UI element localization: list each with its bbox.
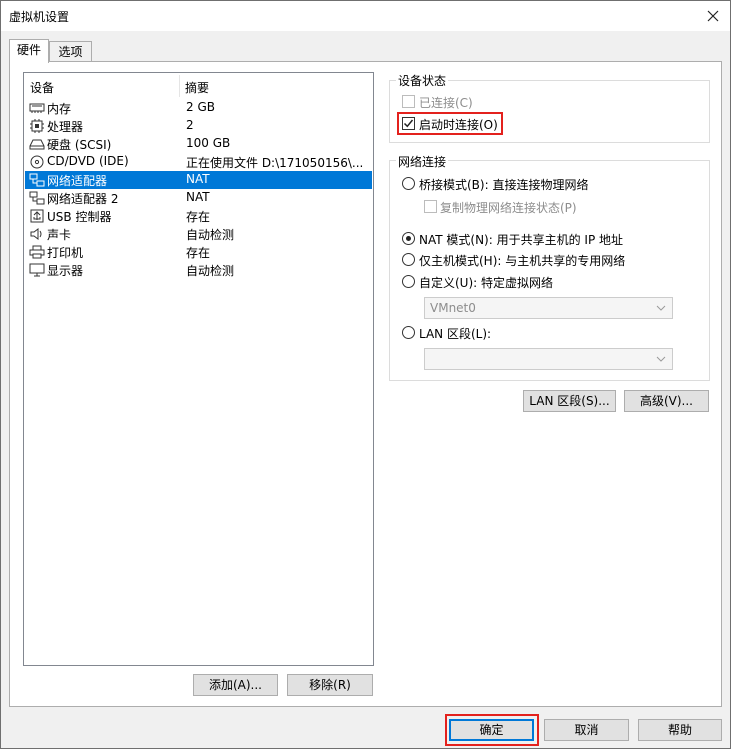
device-row-hard-disk[interactable]: 硬盘 (SCSI) 100 GB: [25, 135, 372, 153]
device-summary: NAT: [186, 172, 210, 186]
device-summary: 100 GB: [186, 136, 231, 150]
network-adapter-icon: [29, 173, 45, 187]
device-summary: 正在使用文件 D:\171050156\...: [186, 156, 364, 170]
custom-network-value: VMnet0: [430, 301, 476, 315]
device-name: 打印机: [47, 246, 84, 260]
lan-segment-select[interactable]: [424, 348, 673, 370]
host-only-label: 仅主机模式(H): 与主机共享的专用网络: [419, 254, 626, 268]
device-name: 内存: [47, 102, 72, 116]
add-device-button[interactable]: 添加(A)...: [193, 674, 278, 696]
tab-hardware[interactable]: 硬件: [9, 39, 49, 63]
printer-icon: [29, 245, 45, 259]
close-icon[interactable]: [702, 5, 724, 27]
tab-options-label: 选项: [58, 45, 83, 59]
device-summary: NAT: [186, 190, 210, 204]
device-summary: 2: [186, 118, 194, 132]
connected-label: 已连接(C): [419, 96, 473, 110]
replicate-state-label: 复制物理网络连接状态(P): [440, 201, 577, 215]
lan-segment-label: LAN 区段(L):: [419, 327, 492, 341]
display-icon: [29, 263, 45, 277]
memory-icon: [29, 101, 45, 115]
column-divider[interactable]: [179, 75, 180, 97]
device-row-printer[interactable]: 打印机 存在: [25, 243, 372, 261]
vm-settings-dialog: 虚拟机设置 硬件 选项 设备 摘要 内存 2 GB 处理器 2 硬盘 (SCSI…: [0, 0, 731, 749]
nat-radio[interactable]: [402, 232, 415, 245]
device-row-display[interactable]: 显示器 自动检测: [25, 261, 372, 279]
device-name: 显示器: [47, 264, 84, 278]
lan-segment-radio[interactable]: [402, 326, 415, 339]
connected-checkbox[interactable]: [402, 95, 415, 108]
network-connection-title: 网络连接: [396, 153, 449, 170]
hard-disk-icon: [29, 137, 45, 151]
bridged-radio[interactable]: [402, 177, 415, 190]
device-row-network-adapter-2[interactable]: 网络适配器 2 NAT: [25, 189, 372, 207]
tab-hardware-label: 硬件: [16, 43, 41, 57]
device-row-usb-controller[interactable]: USB 控制器 存在: [25, 207, 372, 225]
nat-label: NAT 模式(N): 用于共享主机的 IP 地址: [419, 233, 624, 247]
lan-segments-button[interactable]: LAN 区段(S)...: [523, 390, 616, 412]
column-header-summary[interactable]: 摘要: [185, 79, 209, 96]
device-summary: 自动检测: [186, 264, 235, 278]
network-adapter-icon: [29, 191, 45, 205]
advanced-button[interactable]: 高级(V)...: [624, 390, 709, 412]
tab-options[interactable]: 选项: [49, 41, 92, 63]
device-name: 网络适配器 2: [47, 192, 119, 206]
device-summary: 存在: [186, 246, 211, 260]
cd-dvd-icon: [29, 155, 45, 169]
bridged-label: 桥接模式(B): 直接连接物理网络: [419, 178, 589, 192]
device-row-sound-card[interactable]: 声卡 自动检测: [25, 225, 372, 243]
device-list[interactable]: 设备 摘要 内存 2 GB 处理器 2 硬盘 (SCSI) 100 GB CD/…: [23, 72, 374, 666]
list-header: 设备 摘要: [24, 73, 373, 99]
device-row-network-adapter[interactable]: 网络适配器 NAT: [25, 171, 372, 189]
help-button[interactable]: 帮助: [638, 719, 722, 741]
device-name: CD/DVD (IDE): [47, 154, 129, 168]
custom-label: 自定义(U): 特定虚拟网络: [419, 276, 554, 290]
chevron-down-icon: [656, 356, 666, 362]
device-name: 声卡: [47, 228, 72, 242]
replicate-state-checkbox[interactable]: [424, 200, 437, 213]
device-row-cd-dvd[interactable]: CD/DVD (IDE) 正在使用文件 D:\171050156\...: [25, 153, 372, 171]
highlight-box-ok: [445, 714, 539, 746]
sound-card-icon: [29, 227, 45, 241]
highlight-box-power-on: [397, 112, 503, 135]
device-name: USB 控制器: [47, 210, 112, 224]
device-row-processor[interactable]: 处理器 2: [25, 117, 372, 135]
device-summary: 存在: [186, 210, 211, 224]
device-summary: 2 GB: [186, 100, 215, 114]
device-summary: 自动检测: [186, 228, 235, 242]
chevron-down-icon: [656, 305, 666, 311]
column-header-device[interactable]: 设备: [30, 79, 54, 96]
usb-icon: [29, 209, 45, 223]
device-status-title: 设备状态: [396, 72, 449, 89]
window-title: 虚拟机设置: [9, 10, 70, 24]
custom-radio[interactable]: [402, 275, 415, 288]
processor-icon: [29, 119, 45, 133]
host-only-radio[interactable]: [402, 253, 415, 266]
custom-network-select[interactable]: VMnet0: [424, 297, 673, 319]
title-bar: 虚拟机设置: [1, 1, 730, 31]
remove-device-button[interactable]: 移除(R): [287, 674, 373, 696]
device-name: 网络适配器: [47, 174, 108, 188]
device-row-memory[interactable]: 内存 2 GB: [25, 99, 372, 117]
cancel-button[interactable]: 取消: [544, 719, 629, 741]
device-name: 硬盘 (SCSI): [47, 138, 112, 152]
device-name: 处理器: [47, 120, 84, 134]
